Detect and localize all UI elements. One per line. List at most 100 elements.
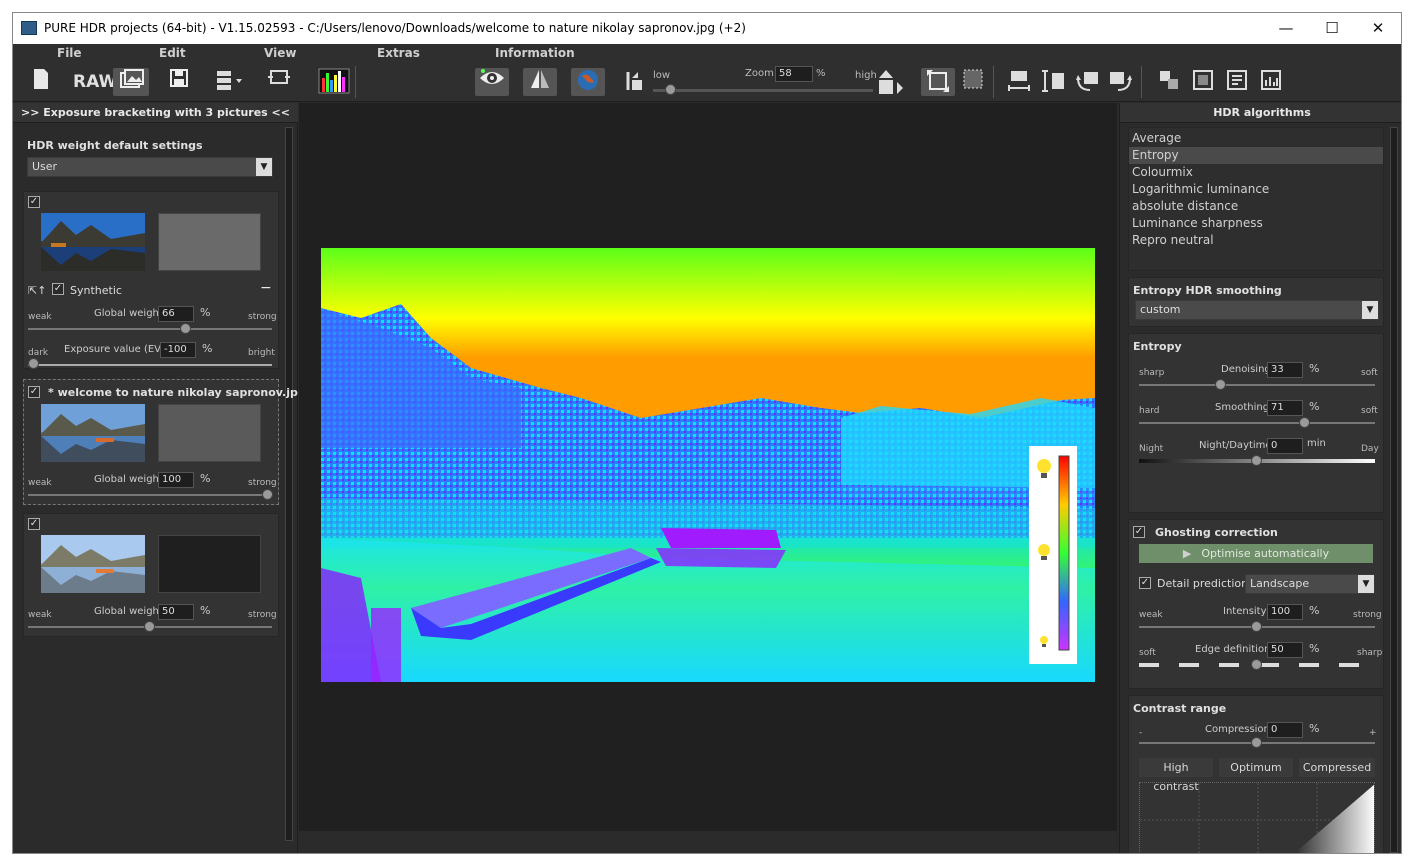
smoothing-slider[interactable]: [1139, 422, 1375, 424]
minimize-button[interactable]: —: [1263, 17, 1309, 39]
compression-knob[interactable]: [1251, 737, 1262, 748]
synthetic-checkbox[interactable]: ✓: [52, 283, 64, 295]
image-canvas[interactable]: [299, 103, 1117, 831]
rotate-right-icon[interactable]: [1107, 68, 1135, 96]
ghosting-group: ✓ Ghosting correction ▶ Optimise automati…: [1128, 519, 1384, 689]
chevron-down-icon: ▼: [256, 158, 272, 176]
image-info-icon[interactable]: [1189, 68, 1217, 96]
image-1-weight-knob[interactable]: [180, 323, 191, 334]
remove-image-button[interactable]: −: [260, 280, 272, 296]
compression-input[interactable]: 0: [1267, 722, 1303, 738]
export-icon[interactable]: [211, 68, 247, 96]
night-daytime-input[interactable]: 0: [1267, 438, 1303, 454]
algorithm-entropy[interactable]: Entropy: [1129, 147, 1383, 164]
contrast-curve[interactable]: [1139, 782, 1375, 853]
denoising-knob[interactable]: [1215, 379, 1226, 390]
crop-icon[interactable]: [959, 68, 987, 96]
preset-high-contrast-button[interactable]: High contrast: [1139, 758, 1213, 793]
raw-icon[interactable]: RAW: [73, 68, 117, 96]
right-panel-scrollbar[interactable]: [1390, 127, 1398, 853]
image-3-thumbnail[interactable]: [41, 535, 145, 593]
toolbar: RAW low Zoom 58 % high: [13, 62, 1401, 102]
denoising-slider[interactable]: [1139, 384, 1375, 386]
preset-optimum-button[interactable]: Optimum: [1219, 758, 1293, 777]
smoothing-knob[interactable]: [1299, 417, 1310, 428]
image-2-thumbnail[interactable]: [41, 404, 145, 462]
image-3-checkbox[interactable]: ✓: [28, 518, 40, 530]
image-1-ev-input[interactable]: -100: [160, 342, 196, 358]
zoom-slider-track[interactable]: [653, 89, 873, 92]
app-window: PURE HDR projects (64-bit) - V1.15.02593…: [12, 12, 1402, 854]
menu-edit[interactable]: Edit: [159, 46, 186, 60]
left-panel: >> Exposure bracketing with 3 pictures <…: [13, 103, 298, 853]
hdr-preview-image[interactable]: [321, 248, 1095, 682]
intensity-knob[interactable]: [1251, 621, 1262, 632]
image-2-weight-input[interactable]: 100: [158, 472, 194, 488]
image-1-weight-slider[interactable]: [28, 328, 272, 330]
image-3-preview: [158, 535, 261, 593]
image-1-ev-slider[interactable]: [28, 364, 272, 366]
rotate-left-icon[interactable]: [1073, 68, 1101, 96]
histogram-panel-icon[interactable]: [1257, 68, 1285, 96]
maximize-button[interactable]: ☐: [1309, 17, 1355, 39]
image-1-thumbnail[interactable]: [41, 213, 145, 271]
ghosting-checkbox[interactable]: ✓: [1133, 526, 1145, 538]
edge-definition-input[interactable]: 50: [1267, 642, 1303, 658]
image-2-weight-knob[interactable]: [262, 489, 273, 500]
image-1-checkbox[interactable]: ✓: [28, 196, 40, 208]
edge-definition-knob[interactable]: [1251, 659, 1262, 670]
image-3-weight-knob[interactable]: [144, 621, 155, 632]
close-button[interactable]: ✕: [1355, 17, 1401, 39]
optimise-automatically-button[interactable]: ▶ Optimise automatically: [1139, 544, 1373, 563]
right-panel: HDR algorithms Average Entropy Colourmix…: [1119, 103, 1401, 853]
entropy-group: Entropy sharp Denoising 33 % soft hard S…: [1128, 333, 1384, 513]
menu-file[interactable]: File: [57, 46, 82, 60]
image-3-weight-input[interactable]: 50: [158, 604, 194, 620]
gallery-icon[interactable]: [113, 68, 149, 96]
height-icon[interactable]: [1039, 68, 1067, 96]
left-panel-scrollbar[interactable]: [285, 127, 293, 841]
image-2-checkbox[interactable]: ✓: [28, 386, 40, 398]
sort-icon[interactable]: ⇱↑: [28, 284, 46, 297]
layers-icon[interactable]: [1155, 68, 1183, 96]
menu-view[interactable]: View: [264, 46, 296, 60]
algorithm-luminance-sharpness[interactable]: Luminance sharpness: [1129, 215, 1383, 232]
image-1-weight-input[interactable]: 66: [158, 306, 194, 322]
compare-icon[interactable]: [265, 68, 293, 96]
smoothing-select[interactable]: custom ▼: [1135, 300, 1379, 320]
globe-icon[interactable]: [571, 68, 605, 96]
menu-extras[interactable]: Extras: [377, 46, 420, 60]
algorithm-logarithmic-luminance[interactable]: Logarithmic luminance: [1129, 181, 1383, 198]
detail-prediction-checkbox[interactable]: ✓: [1139, 577, 1151, 589]
fit-icon[interactable]: [921, 68, 955, 96]
algorithm-list: Average Entropy Colourmix Logarithmic lu…: [1128, 127, 1384, 271]
algorithm-absolute-distance[interactable]: absolute distance: [1129, 198, 1383, 215]
menu-information[interactable]: Information: [495, 46, 575, 60]
denoising-input[interactable]: 33: [1267, 362, 1303, 378]
mirror-icon[interactable]: [523, 68, 557, 96]
defaults-title: HDR weight default settings: [27, 139, 203, 152]
zoom-in-icon[interactable]: [877, 68, 905, 96]
new-icon[interactable]: [27, 68, 55, 96]
eye-icon[interactable]: [475, 68, 509, 96]
algorithm-average[interactable]: Average: [1129, 130, 1383, 147]
image-2-weight-slider[interactable]: [28, 494, 272, 496]
save-icon[interactable]: [165, 68, 193, 96]
algorithm-repro-neutral[interactable]: Repro neutral: [1129, 232, 1383, 249]
night-daytime-knob[interactable]: [1251, 455, 1262, 466]
detail-prediction-select[interactable]: Landscape ▼: [1245, 574, 1375, 594]
image-1-ev-knob[interactable]: [28, 358, 39, 369]
zoom-input[interactable]: 58: [775, 66, 813, 82]
exif-icon[interactable]: [1223, 68, 1251, 96]
smoothing-input[interactable]: 71: [1267, 400, 1303, 416]
width-icon[interactable]: [1005, 68, 1033, 96]
algorithm-colourmix[interactable]: Colourmix: [1129, 164, 1383, 181]
zoom-out-icon[interactable]: [619, 68, 647, 96]
intensity-input[interactable]: 100: [1267, 604, 1303, 620]
histogram-icon[interactable]: [317, 68, 351, 96]
zoom-unit: %: [816, 68, 826, 79]
zoom-slider-knob[interactable]: [665, 84, 676, 95]
defaults-select[interactable]: User ▼: [27, 157, 273, 177]
image-1-preview: [158, 213, 261, 271]
preset-compressed-button[interactable]: Compressed: [1299, 758, 1375, 777]
